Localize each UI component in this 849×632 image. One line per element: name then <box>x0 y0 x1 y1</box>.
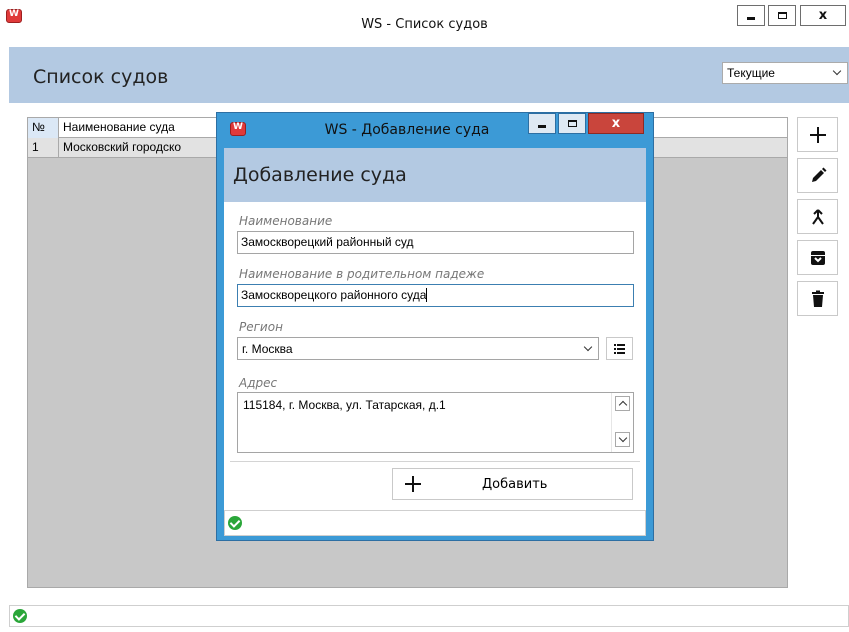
close-icon: x <box>611 116 621 131</box>
name-label: Наименование <box>239 214 333 228</box>
add-button-label: Добавить <box>482 477 548 492</box>
close-button[interactable]: x <box>800 5 846 26</box>
maximize-button[interactable] <box>768 5 796 26</box>
genitive-name-input-value: Замоскворецкого районного суда <box>241 288 427 302</box>
main-window-title: WS - Список судов <box>361 17 488 32</box>
pencil-icon <box>811 167 826 182</box>
archive-court-button[interactable] <box>797 240 838 275</box>
dialog-heading: Добавление суда <box>233 164 407 186</box>
close-icon: x <box>818 8 828 23</box>
filter-select[interactable]: Текущие <box>722 62 848 84</box>
divider <box>230 461 640 462</box>
status-bar <box>9 605 849 627</box>
name-input-value: Замоскворецкий районный суд <box>241 235 414 249</box>
plus-icon <box>809 126 826 143</box>
maximize-icon <box>567 120 577 127</box>
dialog-close-button[interactable]: x <box>588 113 644 134</box>
delete-court-button[interactable] <box>797 281 838 316</box>
region-list-button[interactable] <box>606 337 633 360</box>
add-button[interactable]: Добавить <box>392 468 633 500</box>
region-select-value: г. Москва <box>242 342 293 356</box>
maximize-icon <box>777 12 787 19</box>
filter-select-value: Текущие <box>727 66 775 80</box>
minimize-icon <box>538 125 546 128</box>
main-title-bar: WS - Список судов x <box>0 0 849 44</box>
check-circle-icon <box>13 609 27 623</box>
archive-icon <box>810 250 825 265</box>
chevron-up-icon <box>618 400 628 410</box>
dialog-body: Добавление суда Наименование Замоскворец… <box>224 148 646 536</box>
dialog-minimize-button[interactable] <box>528 113 556 134</box>
dialog-maximize-button[interactable] <box>558 113 586 134</box>
region-select[interactable]: г. Москва <box>237 337 599 360</box>
dialog-header: Добавление суда <box>224 148 646 202</box>
region-label: Регион <box>239 320 283 334</box>
add-court-dialog: WS - Добавление суда x Добавление суда Н… <box>216 112 654 541</box>
scroll-down-button[interactable] <box>615 432 630 447</box>
column-header-number[interactable]: № <box>28 118 59 138</box>
merge-icon <box>811 208 824 225</box>
genitive-name-input[interactable]: Замоскворецкого районного суда <box>237 284 634 307</box>
cell-name: Московский городско <box>59 138 239 158</box>
address-scrollbar[interactable] <box>611 393 633 452</box>
address-value: 115184, г. Москва, ул. Татарская, д.1 <box>243 398 446 412</box>
merge-court-button[interactable] <box>797 199 838 234</box>
minimize-button[interactable] <box>737 5 765 26</box>
main-header: Список судов Текущие <box>9 47 849 103</box>
cell-number: 1 <box>28 138 59 158</box>
dialog-status-bar <box>224 510 646 536</box>
chevron-down-icon <box>832 66 842 76</box>
chevron-down-icon <box>583 342 593 352</box>
add-court-button[interactable] <box>797 117 838 152</box>
name-input[interactable]: Замоскворецкий районный суд <box>237 231 634 254</box>
check-circle-icon <box>228 516 242 530</box>
scroll-up-button[interactable] <box>615 396 630 411</box>
trash-icon <box>811 290 824 307</box>
list-icon <box>614 344 625 354</box>
column-header-name[interactable]: Наименование суда <box>59 118 239 138</box>
text-caret <box>426 288 428 302</box>
page-title: Список судов <box>33 66 169 88</box>
chevron-down-icon <box>618 433 628 443</box>
edit-court-button[interactable] <box>797 158 838 193</box>
minimize-icon <box>747 17 755 20</box>
address-textarea[interactable]: 115184, г. Москва, ул. Татарская, д.1 <box>237 392 634 453</box>
address-label: Адрес <box>239 376 278 390</box>
plus-icon <box>405 476 421 492</box>
genitive-name-label: Наименование в родительном падеже <box>239 267 485 281</box>
